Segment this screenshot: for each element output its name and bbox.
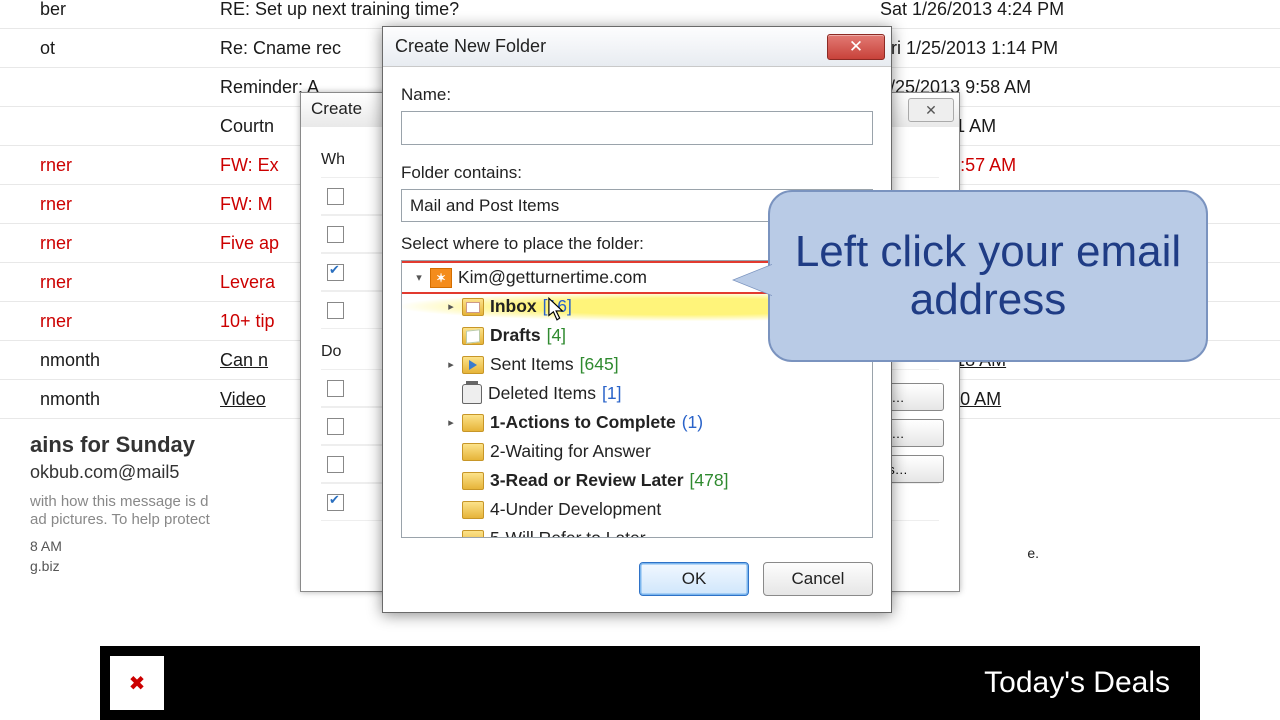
tree-label: 1-Actions to Complete (490, 412, 676, 433)
trash-icon (462, 384, 482, 404)
ad-banner: ✖ Today's Deals (100, 646, 1200, 720)
folder-name-input[interactable] (401, 111, 873, 145)
account-icon: ✶ (430, 268, 452, 288)
instruction-callout: Left click your email address (768, 190, 1208, 362)
email-subject: RE: Set up next training time? (220, 0, 880, 20)
tree-label: Drafts (490, 325, 541, 346)
tree-label: 5-Will Refer to Later (490, 528, 646, 538)
tree-label: 3-Read or Review Later (490, 470, 684, 491)
expand-icon[interactable]: ▾ (412, 271, 426, 284)
tree-item[interactable]: Deleted Items [1] (402, 379, 872, 408)
email-sender: ber (0, 0, 220, 20)
email-sender: nmonth (0, 389, 220, 410)
tree-count: [1] (602, 383, 621, 404)
email-date: Sat 1/26/2013 4:24 PM (880, 0, 1240, 20)
tree-label: 4-Under Development (490, 499, 661, 520)
email-sender: rner (0, 272, 220, 293)
tree-item[interactable]: 4-Under Development (402, 495, 872, 524)
sent-icon (462, 356, 484, 374)
expand-icon[interactable]: ▸ (444, 416, 458, 429)
tree-label: Deleted Items (488, 383, 596, 404)
email-sender: rner (0, 233, 220, 254)
email-sender: rner (0, 311, 220, 332)
tree-count: [16] (543, 296, 572, 317)
email-date: Fri 1/25/2013 1:14 PM (880, 38, 1240, 59)
tree-count: (1) (682, 412, 703, 433)
inbox-icon (462, 298, 484, 316)
email-row[interactable]: berRE: Set up next training time?Sat 1/2… (0, 0, 1280, 29)
folder-icon (462, 443, 484, 461)
tree-label: 2-Waiting for Answer (490, 441, 651, 462)
drafts-icon (462, 327, 484, 345)
tree-item[interactable]: 5-Will Refer to Later (402, 524, 872, 538)
folder-contains-value: Mail and Post Items (410, 196, 559, 216)
cancel-button[interactable]: Cancel (763, 562, 873, 596)
close-icon[interactable]: ✕ (908, 98, 954, 122)
email-sender: rner (0, 155, 220, 176)
tree-item[interactable]: 3-Read or Review Later [478] (402, 466, 872, 495)
expand-icon[interactable]: ▸ (444, 358, 458, 371)
dialog-title: Create New Folder (395, 36, 546, 57)
tree-label: Inbox (490, 296, 537, 317)
email-sender: rner (0, 194, 220, 215)
tree-label: Kim@getturnertime.com (458, 267, 647, 288)
email-sender: ot (0, 38, 220, 59)
tree-label: Sent Items (490, 354, 574, 375)
close-button[interactable]: ✕ (827, 34, 885, 60)
tree-count: [645] (580, 354, 619, 375)
folder-icon (462, 414, 484, 432)
close-icon: ✕ (849, 37, 863, 57)
folder-icon (462, 501, 484, 519)
folder-icon (462, 530, 484, 539)
tree-item[interactable]: ▸ 1-Actions to Complete (1) (402, 408, 872, 437)
tree-count: [4] (547, 325, 566, 346)
folder-icon (462, 472, 484, 490)
email-sender: nmonth (0, 350, 220, 371)
ad-text: Today's Deals (984, 666, 1170, 700)
expand-icon[interactable]: ▸ (444, 300, 458, 313)
tree-item[interactable]: 2-Waiting for Answer (402, 437, 872, 466)
name-label: Name: (401, 85, 873, 105)
contains-label: Folder contains: (401, 163, 873, 183)
tree-count: [478] (690, 470, 729, 491)
back-finetext: e. (1027, 545, 1039, 561)
ok-button[interactable]: OK (639, 562, 749, 596)
broken-image-icon: ✖ (110, 656, 164, 710)
